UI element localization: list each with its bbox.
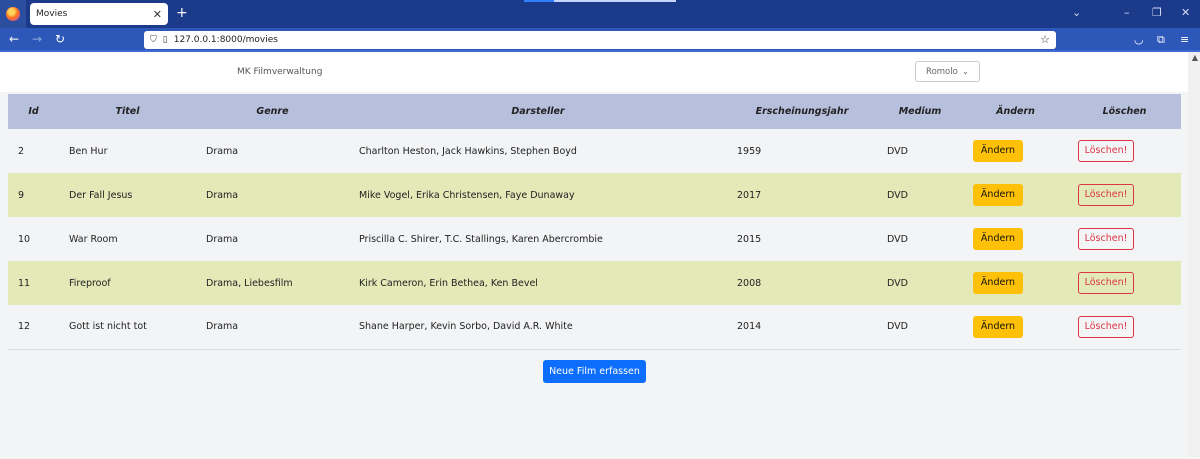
address-bar[interactable]: ⛉ ▯ 127.0.0.1:8000/movies ☆: [144, 31, 1056, 49]
cell-delete: Löschen!: [1068, 173, 1181, 217]
delete-button[interactable]: Löschen!: [1078, 184, 1134, 206]
browser-tabbar: Movies ✕ + ⌄ – ❐ ✕: [0, 0, 1200, 28]
restore-icon[interactable]: ❐: [1152, 6, 1162, 19]
delete-button[interactable]: Löschen!: [1078, 272, 1134, 294]
table-header-row: Id Titel Genre Darsteller Erscheinungsja…: [8, 94, 1181, 129]
firefox-icon: [6, 7, 20, 21]
list-tabs-icon[interactable]: ⌄: [1072, 6, 1081, 19]
new-tab-icon[interactable]: +: [176, 5, 188, 21]
cell-medium: DVD: [887, 145, 908, 157]
extensions-icon[interactable]: ⧉: [1157, 33, 1165, 47]
table-row: 11 Fireproof Drama, Liebesfilm Kirk Came…: [8, 261, 1181, 305]
minimize-icon[interactable]: –: [1124, 6, 1130, 19]
cell-id: 10: [18, 233, 31, 245]
cell-genre: Drama: [196, 305, 349, 350]
tab-title: Movies: [36, 9, 68, 19]
edit-button[interactable]: Ändern: [973, 184, 1023, 206]
cell-delete: Löschen!: [1068, 305, 1181, 350]
bookmark-star-icon[interactable]: ☆: [1040, 33, 1050, 46]
cell-edit: Ändern: [963, 129, 1068, 173]
cell-title: Fireproof: [69, 277, 111, 289]
cell-year: 2014: [727, 305, 877, 350]
scroll-up-icon[interactable]: ▲: [1192, 53, 1198, 62]
column-header-title: Titel: [115, 106, 140, 117]
window-close-icon[interactable]: ✕: [1181, 6, 1190, 19]
cell-cast: Shane Harper, Kevin Sorbo, David A.R. Wh…: [349, 305, 727, 350]
delete-button[interactable]: Löschen!: [1078, 228, 1134, 250]
table-row: 10 War Room Drama Priscilla C. Shirer, T…: [8, 217, 1181, 261]
cell-edit: Ändern: [963, 173, 1068, 217]
column-header-delete: Löschen: [1102, 106, 1147, 117]
cell-cast: Charlton Heston, Jack Hawkins, Stephen B…: [359, 145, 577, 157]
cell-id: 9: [18, 189, 25, 201]
cell-id: 12: [8, 305, 59, 350]
edit-button[interactable]: Ändern: [973, 140, 1023, 162]
cell-genre: Drama: [206, 145, 239, 157]
user-name: Romolo: [926, 66, 958, 77]
cell-title: Der Fall Jesus: [69, 189, 133, 201]
cell-genre: Drama, Liebesfilm: [206, 277, 293, 289]
cell-medium: DVD: [877, 305, 963, 350]
delete-button[interactable]: Löschen!: [1078, 315, 1134, 338]
cell-title: War Room: [69, 233, 118, 245]
table-row: 2 Ben Hur Drama Charlton Heston, Jack Ha…: [8, 129, 1181, 173]
movies-table: Id Titel Genre Darsteller Erscheinungsja…: [8, 94, 1181, 350]
cell-genre: Drama: [206, 189, 239, 201]
drag-strip-accent: [524, 0, 554, 2]
browser-tab-movies[interactable]: Movies ✕: [30, 3, 168, 25]
edit-button[interactable]: Ändern: [973, 315, 1023, 338]
column-header-medium: Medium: [898, 106, 942, 117]
cell-edit: Ändern: [963, 261, 1068, 305]
delete-button[interactable]: Löschen!: [1078, 140, 1134, 162]
column-header-cast: Darsteller: [511, 106, 565, 117]
column-header-id: Id: [28, 106, 39, 117]
cell-year: 2015: [737, 233, 762, 245]
brand-link[interactable]: MK Filmverwaltung: [237, 67, 322, 77]
page-content: MK Filmverwaltung Romolo ⌄ Id Titel Genr…: [0, 52, 1200, 457]
app-header: MK Filmverwaltung Romolo ⌄: [0, 52, 1200, 92]
shield-icon[interactable]: ⛉: [150, 35, 157, 45]
cell-id: 2: [18, 145, 25, 157]
cell-year: 2008: [737, 277, 762, 289]
cell-delete: Löschen!: [1068, 217, 1181, 261]
cell-medium: DVD: [887, 233, 908, 245]
page-icon: ▯: [162, 35, 168, 45]
firefox-menu-button[interactable]: [0, 0, 26, 28]
cell-title: Gott ist nicht tot: [59, 305, 196, 350]
edit-button[interactable]: Ändern: [973, 228, 1023, 250]
browser-navbar: ← → ↻ ⛉ ▯ 127.0.0.1:8000/movies ☆ ◡ ⧉ ≡: [0, 28, 1200, 52]
cell-year: 1959: [737, 145, 762, 157]
cell-cast: Mike Vogel, Erika Christensen, Faye Duna…: [359, 189, 575, 201]
cell-edit: Ändern: [963, 305, 1068, 350]
user-dropdown[interactable]: Romolo ⌄: [915, 61, 980, 82]
pocket-icon[interactable]: ◡: [1134, 33, 1144, 46]
table-row: 9 Der Fall Jesus Drama Mike Vogel, Erika…: [8, 173, 1181, 217]
cell-cast: Priscilla C. Shirer, T.C. Stallings, Kar…: [359, 233, 603, 245]
chevron-down-icon: ⌄: [961, 66, 969, 77]
cell-title: Ben Hur: [69, 145, 108, 157]
column-header-year: Erscheinungsjahr: [755, 106, 849, 117]
cell-delete: Löschen!: [1068, 129, 1181, 173]
back-icon[interactable]: ←: [9, 32, 19, 46]
app-menu-icon[interactable]: ≡: [1180, 33, 1189, 46]
column-header-edit: Ändern: [996, 106, 1035, 117]
cell-delete: Löschen!: [1068, 261, 1181, 305]
edit-button[interactable]: Ändern: [973, 272, 1023, 294]
cell-year: 2017: [737, 189, 762, 201]
forward-icon[interactable]: →: [32, 32, 42, 46]
cell-medium: DVD: [887, 277, 908, 289]
cell-medium: DVD: [887, 189, 908, 201]
cell-cast: Kirk Cameron, Erin Bethea, Ken Bevel: [359, 277, 538, 289]
url-text[interactable]: 127.0.0.1:8000/movies: [174, 35, 278, 45]
cell-genre: Drama: [206, 233, 239, 245]
close-tab-icon[interactable]: ✕: [153, 8, 162, 21]
page-scrollbar[interactable]: ▲: [1188, 52, 1200, 457]
new-film-button[interactable]: Neue Film erfassen: [543, 360, 646, 383]
cell-edit: Ändern: [963, 217, 1068, 261]
cell-id: 11: [18, 277, 31, 289]
column-header-genre: Genre: [256, 106, 289, 117]
reload-icon[interactable]: ↻: [55, 32, 65, 46]
table-row: 12 Gott ist nicht tot Drama Shane Harper…: [8, 305, 1181, 350]
